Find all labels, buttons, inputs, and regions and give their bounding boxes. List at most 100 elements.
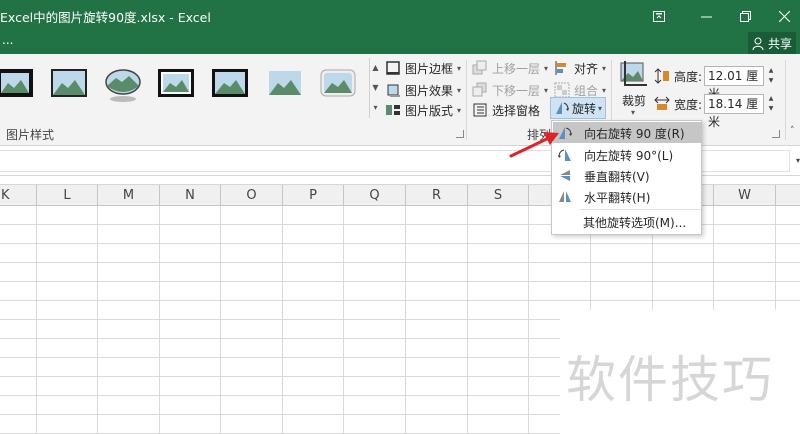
gallery-scroll[interactable]: ▲ ▼ ▾ <box>369 58 381 118</box>
picture-effects-button[interactable]: 图片效果 ▾ <box>385 80 461 100</box>
grid-line <box>220 206 221 434</box>
grid-line <box>0 243 800 244</box>
restore-button[interactable] <box>722 0 768 32</box>
ribbon-display-icon <box>653 10 665 22</box>
grid-line <box>0 300 800 301</box>
height-icon <box>654 68 669 84</box>
picture-styles-group-label: 图片样式 <box>6 128 55 142</box>
picture-layout-button[interactable]: 图片版式 ▾ <box>385 100 461 120</box>
width-field[interactable]: 18.14 厘米 <box>704 94 764 129</box>
picture-style-thumb-2[interactable] <box>50 68 88 98</box>
size-launcher[interactable] <box>772 130 780 138</box>
chevron-down-icon: ▾ <box>602 63 607 73</box>
height-spinner[interactable]: ▲ ▼ <box>766 66 776 86</box>
gallery-down-icon[interactable]: ▼ <box>370 78 381 98</box>
height-field[interactable]: 12.01 厘米 <box>704 66 764 101</box>
expand-formula-icon[interactable]: ▾ <box>796 156 800 165</box>
group-label: 组合 <box>574 83 599 98</box>
menu-item-label: 其他旋转选项(M)... <box>583 216 687 230</box>
width-spinner[interactable]: ▲ ▼ <box>766 94 776 114</box>
menu-item-more-rotation-options[interactable]: 其他旋转选项(M)... <box>553 211 701 232</box>
picture-style-thumb-3[interactable] <box>104 68 142 104</box>
chevron-down-icon: ▾ <box>602 85 607 95</box>
picture-style-thumb-6[interactable] <box>266 68 304 98</box>
column-header[interactable]: P <box>283 185 344 206</box>
gallery-more-icon[interactable]: ▾ <box>370 98 381 118</box>
ribbon-tabs-row: ... 共享 <box>0 32 800 54</box>
watermark: 软件技巧 <box>566 351 774 409</box>
ribbon-overflow[interactable]: ... <box>2 33 13 47</box>
flip-vertical-icon <box>560 170 570 181</box>
close-button[interactable] <box>768 0 800 32</box>
column-header[interactable]: Q <box>344 185 406 206</box>
grid-line <box>97 206 98 434</box>
chevron-down-icon: ▾ <box>457 63 462 73</box>
column-header[interactable]: N <box>160 185 221 206</box>
title-bar: Excel中的图片旋转90度.xlsx - Excel <box>0 0 800 32</box>
picture-border-button[interactable]: 图片边框 ▾ <box>385 58 461 78</box>
rotate-menu: 向右旋转 90 度(R) 向左旋转 90°(L) 垂直翻转(V) 水平翻转(H)… <box>551 120 702 235</box>
selection-pane-label: 选择窗格 <box>492 103 541 118</box>
width-icon <box>654 96 670 110</box>
picture-style-thumb-7[interactable] <box>319 68 357 98</box>
grid-line <box>36 206 37 434</box>
flip-horizontal-icon <box>559 191 571 202</box>
bring-forward-label: 上移一层 <box>492 61 541 76</box>
gallery-up-icon[interactable]: ▲ <box>370 58 381 78</box>
menu-item-rotate-right[interactable]: 向右旋转 90 度(R) <box>553 122 701 143</box>
rotate-icon <box>556 102 569 114</box>
grid-line <box>467 206 468 434</box>
grid-line <box>343 206 344 434</box>
align-button[interactable]: 对齐 ▾ <box>554 58 606 78</box>
column-header[interactable]: M <box>98 185 160 206</box>
picture-style-thumb-4[interactable] <box>157 68 195 98</box>
column-header[interactable]: L <box>37 185 98 206</box>
picture-style-thumb-1[interactable] <box>0 68 34 98</box>
group-divider <box>466 60 467 140</box>
bring-forward-button[interactable]: 上移一层 ▾ <box>472 58 548 78</box>
menu-item-rotate-left[interactable]: 向左旋转 90°(L) <box>553 144 701 165</box>
picture-styles-launcher[interactable] <box>456 130 464 138</box>
send-backward-label: 下移一层 <box>492 83 541 98</box>
selection-pane-icon <box>473 103 487 117</box>
width-control: 宽度: <box>654 94 702 114</box>
column-header[interactable]: W <box>714 185 776 206</box>
grid-line <box>405 206 406 434</box>
window-title: Excel中的图片旋转90度.xlsx - Excel <box>0 10 211 25</box>
chevron-down-icon: ▾ <box>544 85 549 95</box>
height-label: 高度: <box>674 69 703 84</box>
menu-separator <box>580 209 700 210</box>
picture-layout-label: 图片版式 <box>405 103 454 118</box>
picture-style-thumb-5[interactable] <box>211 68 249 98</box>
picture-border-icon <box>386 61 400 75</box>
align-label: 对齐 <box>574 61 599 76</box>
column-header[interactable]: R <box>406 185 468 206</box>
grid-line <box>528 206 529 434</box>
grid-line <box>159 206 160 434</box>
crop-button[interactable]: 裁剪 ▾ <box>618 60 652 117</box>
ribbon-display-options-button[interactable] <box>636 0 682 32</box>
column-header[interactable]: O <box>221 185 283 206</box>
width-label: 宽度: <box>674 97 703 112</box>
collapse-ribbon-icon[interactable]: ˄ <box>790 126 795 136</box>
picture-effects-label: 图片效果 <box>405 83 454 98</box>
grid-line <box>0 262 800 263</box>
grid-line <box>282 206 283 434</box>
chevron-down-icon: ▾ <box>598 103 603 113</box>
selection-pane-button[interactable]: 选择窗格 <box>472 100 540 120</box>
menu-item-label: 向右旋转 90 度(R) <box>584 127 685 141</box>
share-button[interactable]: 共享 <box>748 32 796 54</box>
menu-item-flip-horizontal[interactable]: 水平翻转(H) <box>553 186 701 207</box>
column-header[interactable]: K <box>0 185 37 206</box>
group-icon <box>554 82 570 98</box>
crop-label: 裁剪 <box>622 94 647 108</box>
grid-line <box>0 281 800 282</box>
picture-border-label: 图片边框 <box>405 61 454 76</box>
send-backward-button[interactable]: 下移一层 ▾ <box>472 80 548 100</box>
rotate-button[interactable]: 旋转 ▾ <box>550 97 606 119</box>
menu-item-flip-vertical[interactable]: 垂直翻转(V) <box>553 165 701 186</box>
picture-effects-icon <box>387 84 400 97</box>
column-header[interactable]: S <box>468 185 529 206</box>
menu-item-label: 垂直翻转(V) <box>584 170 650 184</box>
height-control: 高度: <box>654 66 702 86</box>
